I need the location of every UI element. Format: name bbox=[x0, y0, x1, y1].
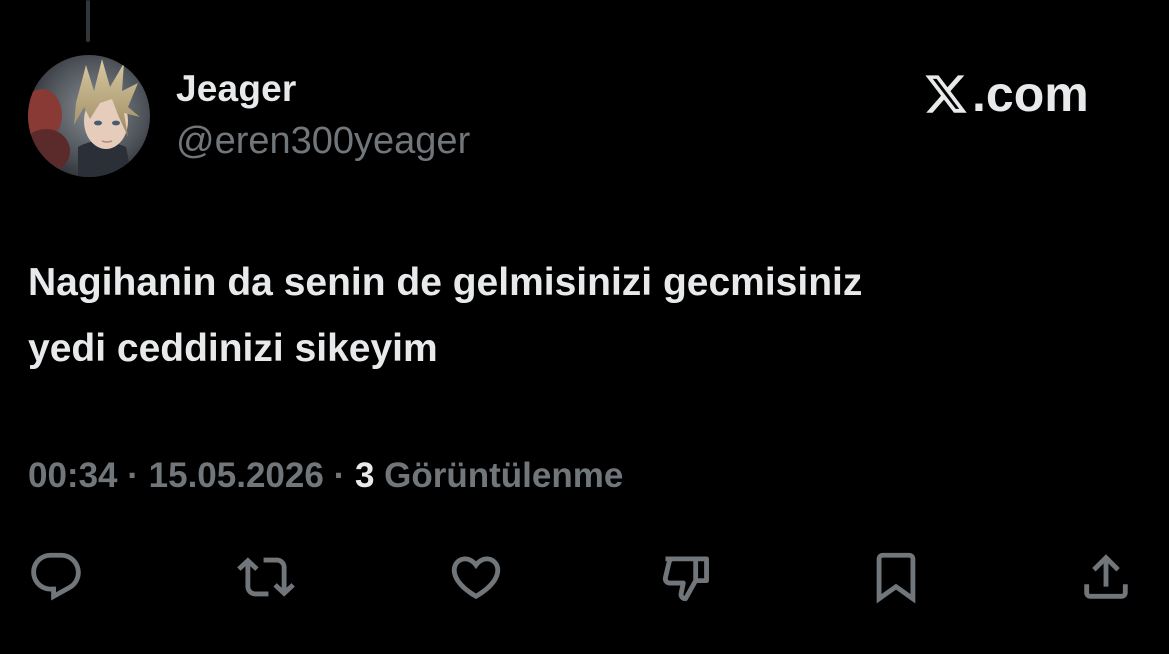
share-icon bbox=[1084, 554, 1128, 599]
views-count: 3 bbox=[354, 456, 375, 495]
brand-watermark: .com bbox=[922, 66, 1089, 122]
reply-icon bbox=[31, 552, 81, 601]
like-button[interactable] bbox=[444, 545, 508, 609]
bookmark-button[interactable] bbox=[864, 545, 928, 609]
tweet-date[interactable]: 15.05.2026 bbox=[149, 456, 324, 495]
bookmark-icon bbox=[876, 552, 916, 604]
avatar[interactable] bbox=[28, 55, 150, 177]
thread-connector-line bbox=[86, 0, 90, 42]
reply-button[interactable] bbox=[24, 545, 88, 609]
retweet-icon bbox=[237, 557, 295, 597]
tweet-text-line: Nagihanin da senin de gelmisinizi gecmis… bbox=[28, 261, 863, 304]
views-label: Görüntülenme bbox=[384, 456, 624, 495]
tweet-time[interactable]: 00:34 bbox=[28, 456, 118, 495]
meta-separator: · bbox=[127, 456, 149, 495]
dislike-button[interactable] bbox=[654, 545, 718, 609]
author-handle[interactable]: @eren300yeager bbox=[176, 120, 470, 163]
tweet-action-bar bbox=[0, 545, 1169, 609]
tweet-screenshot: Jeager @eren300yeager .com Nagihanin da … bbox=[0, 0, 1169, 654]
heart-icon bbox=[451, 556, 501, 600]
brand-suffix: .com bbox=[972, 66, 1089, 122]
meta-separator: · bbox=[333, 456, 355, 495]
tweet-text-line: yedi ceddinizi sikeyim bbox=[28, 327, 438, 370]
tweet-text: Nagihanin da senin de gelmisinizi gecmis… bbox=[28, 250, 1138, 382]
retweet-button[interactable] bbox=[234, 545, 298, 609]
x-logo-icon bbox=[925, 75, 967, 113]
author-display-name[interactable]: Jeager bbox=[176, 68, 297, 110]
anime-character-avatar-icon bbox=[28, 55, 150, 177]
tweet-meta: 00:34 · 15.05.2026 · 3 Görüntülenme bbox=[28, 456, 623, 496]
thumbs-down-icon bbox=[662, 556, 709, 602]
share-button[interactable] bbox=[1074, 545, 1138, 609]
